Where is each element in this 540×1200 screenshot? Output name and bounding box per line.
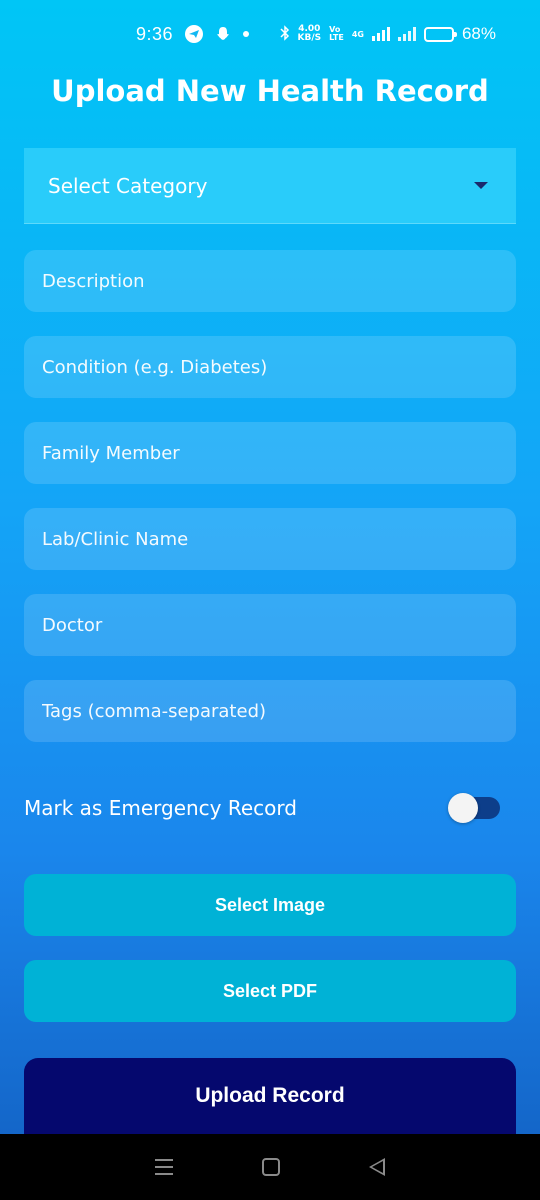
status-time: 9:36: [136, 23, 174, 44]
select-pdf-button[interactable]: Select PDF: [24, 960, 516, 1022]
bluetooth-icon: [279, 24, 290, 44]
volte-bottom: LTE: [329, 33, 344, 42]
emergency-label: Mark as Emergency Record: [24, 796, 297, 820]
page-title: Upload New Health Record: [51, 74, 489, 108]
status-indicators: 4.00 KB/S Vo LTE 4G 68%: [279, 24, 496, 44]
condition-input[interactable]: [42, 356, 516, 378]
doctor-input[interactable]: [42, 614, 516, 636]
condition-field[interactable]: [24, 336, 516, 398]
caret-down-icon: [474, 182, 488, 189]
family-member-input[interactable]: [42, 442, 516, 464]
description-field[interactable]: [24, 250, 516, 312]
telegram-icon: [185, 25, 204, 43]
signal-icon-2: [397, 27, 416, 41]
doctor-field[interactable]: [24, 594, 516, 656]
tags-input[interactable]: [42, 700, 516, 722]
lab-clinic-input[interactable]: [42, 528, 516, 550]
upload-record-button[interactable]: Upload Record: [24, 1058, 516, 1134]
category-dropdown-value: Select Category: [48, 173, 208, 198]
signal-icon: [371, 27, 390, 41]
snapchat-icon: [215, 26, 231, 42]
menu-icon[interactable]: [154, 1159, 173, 1175]
lab-clinic-field[interactable]: [24, 508, 516, 570]
back-icon[interactable]: [369, 1158, 386, 1176]
home-icon[interactable]: [261, 1158, 280, 1176]
description-input[interactable]: [42, 270, 516, 292]
app-screen: 9:36 4.00 KB/S Vo LTE 4G 68% Upload New …: [0, 0, 540, 1134]
network-type: 4G: [351, 29, 364, 39]
emergency-row: Mark as Emergency Record: [24, 786, 500, 830]
toggle-knob: [448, 793, 478, 823]
dot-icon: [243, 31, 250, 37]
select-image-button[interactable]: Select Image: [24, 874, 516, 936]
battery-percent: 68%: [461, 24, 496, 43]
volte-icon: Vo LTE: [329, 26, 344, 42]
status-bar: 9:36 4.00 KB/S Vo LTE 4G 68%: [0, 0, 540, 68]
battery-icon: [423, 26, 457, 42]
category-dropdown[interactable]: Select Category: [24, 148, 516, 224]
tags-field[interactable]: [24, 680, 516, 742]
network-speed-unit: KB/S: [297, 33, 322, 43]
family-member-field[interactable]: [24, 422, 516, 484]
network-speed: 4.00 KB/S: [298, 25, 322, 43]
navigation-bar: [0, 1134, 540, 1200]
emergency-toggle[interactable]: [448, 793, 500, 823]
